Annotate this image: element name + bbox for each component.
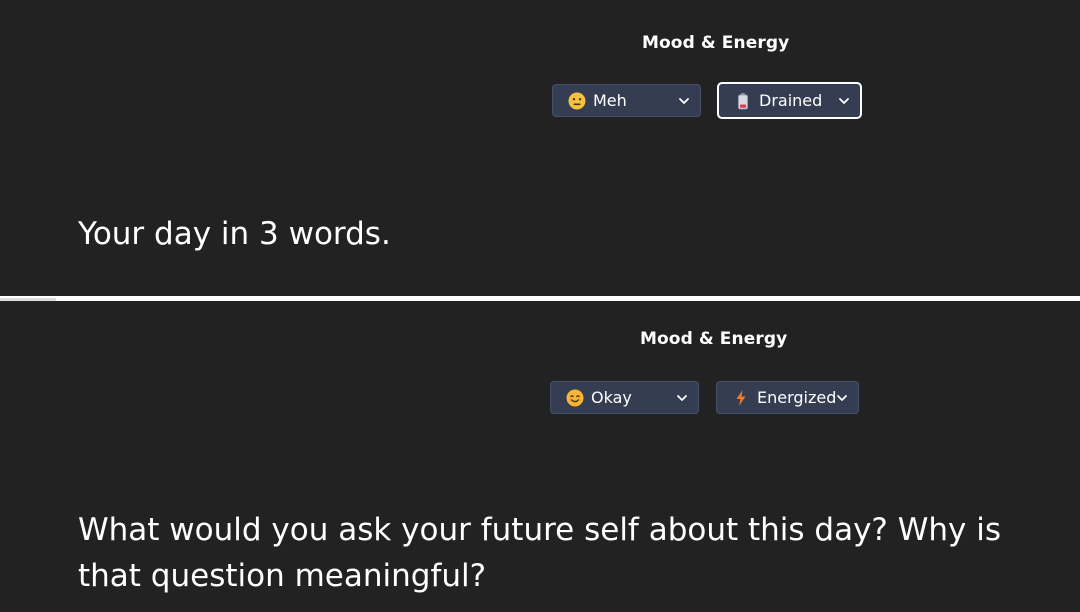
chevron-down-icon [676, 392, 688, 404]
energy-select-value: Drained [759, 91, 823, 110]
energy-select[interactable]: Energized [716, 381, 859, 414]
journal-entry-card-1: Mood & Energy Meh Drained Your day in 3 … [0, 0, 1080, 296]
journal-prompt: Your day in 3 words. [78, 216, 391, 252]
mood-select[interactable]: Meh [552, 84, 701, 117]
neutral-face-icon [567, 91, 587, 111]
chevron-down-icon [836, 392, 848, 404]
mood-energy-heading: Mood & Energy [640, 329, 788, 349]
lightning-icon [731, 388, 751, 408]
mood-select-value: Okay [591, 388, 632, 407]
chevron-down-icon [838, 95, 850, 107]
journal-prompt: What would you ask your future self abou… [78, 512, 1002, 594]
chevron-down-icon [678, 95, 690, 107]
journal-entry-card-2: Mood & Energy Okay Energized What would … [0, 301, 1080, 612]
low-battery-icon [733, 91, 753, 111]
mood-select[interactable]: Okay [550, 381, 699, 414]
energy-select-value: Energized [757, 388, 837, 407]
mood-select-value: Meh [593, 91, 627, 110]
mood-energy-heading: Mood & Energy [642, 33, 790, 53]
smiling-face-icon [565, 388, 585, 408]
energy-select[interactable]: Drained [717, 82, 862, 119]
